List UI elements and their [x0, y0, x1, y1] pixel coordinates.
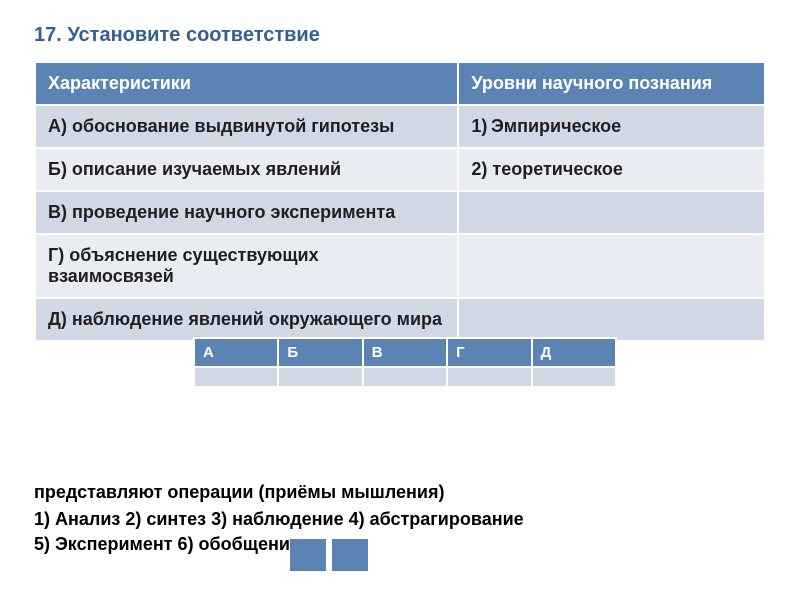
cell-char: Б) описание изучаемых явлений	[35, 148, 458, 191]
cell-level: 1) Эмпирическое	[458, 105, 765, 148]
obscured-text: представляют операции (приёмы мышления)	[34, 482, 764, 503]
cell-level: 2) теоретическое	[458, 148, 765, 191]
answer-header: Г	[447, 338, 531, 367]
cell-level	[458, 234, 765, 298]
answer-header: В	[363, 338, 447, 367]
answer-header: Д	[532, 338, 616, 367]
matching-table: Характеристики Уровни научного познания …	[34, 61, 766, 342]
table-row: А) обоснование выдвинутой гипотезы 1) Эм…	[35, 105, 765, 148]
table-header-right: Уровни научного познания	[458, 62, 765, 105]
answer-header: Б	[278, 338, 362, 367]
slide: 17. Установите соответствие Характеристи…	[0, 0, 800, 600]
answer-cell[interactable]	[194, 367, 278, 387]
options-line-1: 1) Анализ 2) синтез 3) наблюдение 4) абс…	[34, 507, 524, 532]
table-row: В) проведение научного эксперимента	[35, 191, 765, 234]
table-row: Б) описание изучаемых явлений 2) теорети…	[35, 148, 765, 191]
cell-char: Г) объяснение существующих взаимосвязей	[35, 234, 458, 298]
question-title: 17. Установите соответствие	[34, 24, 766, 47]
cell-level	[458, 298, 765, 341]
table-header-left: Характеристики	[35, 62, 458, 105]
answer-cell[interactable]	[447, 367, 531, 387]
answer-options: 1) Анализ 2) синтез 3) наблюдение 4) абс…	[34, 507, 524, 557]
table-row: Д) наблюдение явлений окружающего мира	[35, 298, 765, 341]
cell-level	[458, 191, 765, 234]
answer-cell[interactable]	[363, 367, 447, 387]
answer-box[interactable]	[290, 539, 326, 571]
answer-grid: А Б В Г Д	[193, 337, 617, 388]
cell-char: Д) наблюдение явлений окружающего мира	[35, 298, 458, 341]
options-line-2: 5) Эксперимент 6) обобщение	[34, 532, 524, 557]
answer-cell[interactable]	[278, 367, 362, 387]
answer-header: А	[194, 338, 278, 367]
answer-boxes	[290, 539, 368, 571]
cell-char: В) проведение научного эксперимента	[35, 191, 458, 234]
answer-box[interactable]	[332, 539, 368, 571]
cell-char: А) обоснование выдвинутой гипотезы	[35, 105, 458, 148]
table-row: Г) объяснение существующих взаимосвязей	[35, 234, 765, 298]
answer-cell[interactable]	[532, 367, 616, 387]
